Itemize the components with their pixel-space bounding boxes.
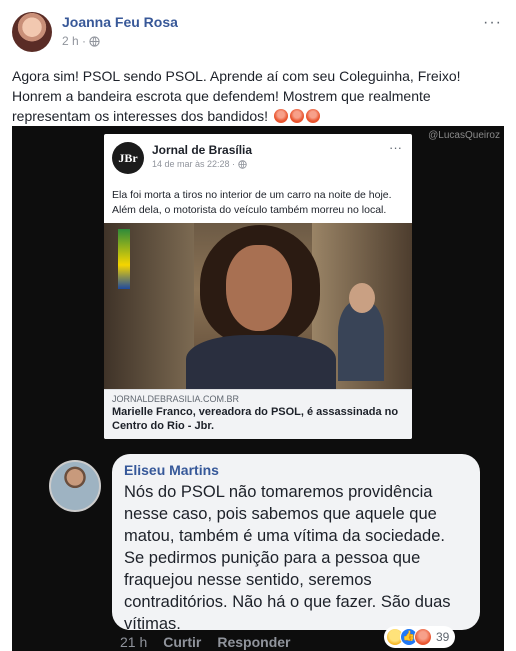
shared-post-date: 14 de mar às 22:28 · bbox=[152, 159, 236, 169]
link-domain: JORNALDEBRASILIA.COM.BR bbox=[112, 394, 240, 404]
person-face bbox=[226, 245, 292, 331]
link-title-line: Centro do Rio - Jbr. bbox=[112, 420, 215, 432]
link-title-line: Marielle Franco, vereadora do PSOL, é as… bbox=[112, 406, 399, 418]
comment-line: Nós do PSOL não tomaremos providência bbox=[124, 483, 433, 501]
shared-text-line: Além dela, o motorista do veículo também… bbox=[112, 204, 387, 216]
globe-icon bbox=[238, 159, 247, 169]
post-header: Joanna Feu Rosa 2 h · ··· bbox=[12, 12, 504, 54]
post-time[interactable]: 2 h · bbox=[62, 34, 86, 48]
page-logo: JBr bbox=[112, 142, 144, 174]
like-comment-link: Curtir bbox=[163, 634, 202, 650]
shared-post-text: Ela foi morta a tiros no interior de um … bbox=[112, 188, 408, 218]
comment-text: Nós do PSOL não tomaremos providência ne… bbox=[124, 481, 468, 635]
reaction-count: 39 bbox=[436, 630, 450, 644]
angry-emoji-icon bbox=[273, 109, 288, 123]
comment-reactions: 👍 39 bbox=[384, 626, 456, 648]
shared-page-name: Jornal de Brasília bbox=[152, 143, 253, 157]
angry-reaction-icon bbox=[414, 628, 432, 646]
post-meta: 2 h · bbox=[62, 34, 100, 48]
angry-emoji-icon bbox=[305, 109, 320, 123]
post-text: Agora sim! PSOL sendo PSOL. Aprende aí c… bbox=[12, 66, 504, 126]
comment-bubble: Eliseu Martins Nós do PSOL não tomaremos… bbox=[112, 454, 480, 633]
author-name[interactable]: Joanna Feu Rosa bbox=[62, 14, 178, 30]
commenter-name: Eliseu Martins bbox=[124, 462, 219, 478]
comment-line: matou, também é uma vítima da sociedade. bbox=[124, 527, 445, 545]
more-options-icon: ··· bbox=[389, 140, 402, 155]
comment-time: 21 h bbox=[120, 634, 148, 650]
commenter-avatar bbox=[49, 460, 101, 512]
background-person-head bbox=[349, 283, 375, 313]
angry-emoji-icon bbox=[289, 109, 304, 123]
comment-line: contraditórios. Não há o que fazer. São … bbox=[124, 593, 451, 611]
globe-icon bbox=[89, 35, 100, 47]
background-person bbox=[338, 301, 384, 381]
post-photo[interactable]: @LucasQueiroz JBr Jornal de Brasília 14 … bbox=[12, 126, 504, 651]
watermark: @LucasQueiroz bbox=[428, 130, 500, 141]
post-text-line: Honrem a bandeira escrota que defendem! … bbox=[12, 88, 431, 104]
link-title: Marielle Franco, vereadora do PSOL, é as… bbox=[112, 405, 404, 433]
brazil-flag bbox=[118, 229, 130, 289]
shared-text-line: Ela foi morta a tiros no interior de um … bbox=[112, 189, 392, 201]
post-text-line: representam os interesses dos bandidos! bbox=[12, 106, 504, 126]
news-photo bbox=[104, 223, 412, 389]
author-avatar[interactable] bbox=[12, 12, 52, 52]
shared-post-meta: 14 de mar às 22:28 · bbox=[152, 159, 247, 169]
reply-comment-link: Responder bbox=[217, 634, 291, 650]
person-body bbox=[186, 335, 336, 389]
more-options-icon[interactable]: ··· bbox=[483, 14, 502, 32]
comment-line: Se pedirmos punição para a pessoa que bbox=[124, 549, 421, 567]
comment-line: fraquejou nesse sentido, seremos bbox=[124, 571, 372, 589]
shared-post-card: JBr Jornal de Brasília 14 de mar às 22:2… bbox=[104, 134, 412, 439]
comment-line: nesse caso, pois sabemos que aquele que bbox=[124, 505, 437, 523]
post-text-line: Agora sim! PSOL sendo PSOL. Aprende aí c… bbox=[12, 68, 461, 84]
link-preview-footer: JORNALDEBRASILIA.COM.BR Marielle Franco,… bbox=[104, 389, 412, 439]
comment-actions: 21 h Curtir Responder bbox=[120, 634, 291, 650]
